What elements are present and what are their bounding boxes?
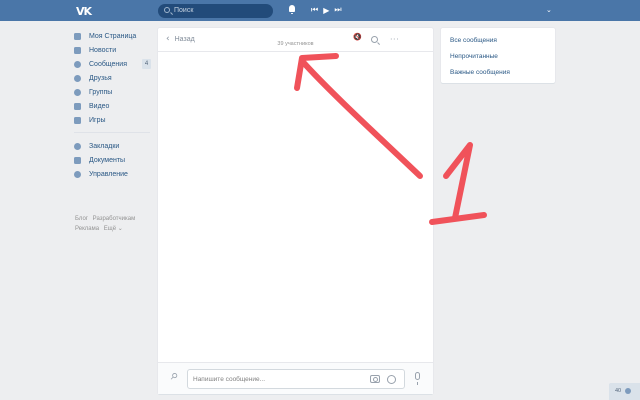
next-track-icon[interactable]: ⏭ xyxy=(334,5,341,15)
nav-label: Моя Страница xyxy=(89,32,137,40)
nav-item-friends[interactable]: Друзья xyxy=(74,71,154,85)
message-input[interactable]: Напишите сообщение... xyxy=(187,369,405,389)
search-box[interactable]: Поиск xyxy=(158,4,273,18)
previous-track-icon[interactable]: ⏮ xyxy=(311,5,318,15)
footer-link-developers[interactable]: Разработчикам xyxy=(93,216,136,222)
nav-divider xyxy=(74,132,150,133)
user-icon xyxy=(625,388,631,394)
message-composer: ⚲ Напишите сообщение... xyxy=(158,362,433,394)
friends-icon xyxy=(74,74,81,82)
news-icon xyxy=(74,46,81,54)
bell-icon[interactable] xyxy=(288,5,296,14)
message-filters: Все сообщения Непрочитанные Важные сообщ… xyxy=(441,28,555,83)
chat-header: ‹ Назад 39 участников 🔇 ··· xyxy=(158,28,433,52)
nav-label: Новости xyxy=(89,46,117,54)
nav-label: Документы xyxy=(89,156,126,164)
document-icon xyxy=(74,156,81,164)
footer-link-ads[interactable]: Реклама xyxy=(75,226,99,232)
attach-icon[interactable]: ⚲ xyxy=(167,371,179,383)
nav-label: Группы xyxy=(89,88,113,96)
audio-player: ⏮ ▶ ⏭ xyxy=(311,5,342,15)
nav-label: Закладки xyxy=(89,142,120,150)
nav-label: Видео xyxy=(89,102,110,110)
microphone-icon[interactable] xyxy=(415,372,420,385)
mute-icon[interactable]: 🔇 xyxy=(353,33,362,41)
search-placeholder[interactable]: Поиск xyxy=(174,7,193,14)
profile-menu-chevron-icon[interactable]: ⌄ xyxy=(546,6,552,14)
nav-item-manage[interactable]: Управление xyxy=(74,167,154,181)
nav-item-my-page[interactable]: Моя Страница xyxy=(74,29,154,43)
unread-badge: 4 xyxy=(142,59,151,69)
home-icon xyxy=(74,32,81,40)
video-icon xyxy=(74,102,81,110)
chat-widget-count: 40 xyxy=(615,388,622,394)
nav-item-messages[interactable]: Сообщения 4 xyxy=(74,57,154,71)
filter-all-messages[interactable]: Все сообщения xyxy=(441,32,555,48)
more-icon[interactable]: ··· xyxy=(390,35,399,44)
emoji-icon[interactable] xyxy=(387,374,396,384)
nav-item-documents[interactable]: Документы xyxy=(74,153,154,167)
play-icon[interactable]: ▶ xyxy=(323,6,329,15)
nav-item-games[interactable]: Игры xyxy=(74,113,154,127)
search-icon xyxy=(164,7,170,13)
nav-label: Игры xyxy=(89,116,106,124)
groups-icon xyxy=(74,88,81,96)
left-nav: Моя Страница Новости Сообщения 4 Друзья … xyxy=(74,29,154,181)
nav-item-groups[interactable]: Группы xyxy=(74,85,154,99)
annotation-digit-one-base xyxy=(429,212,487,225)
nav-label: Управление xyxy=(89,170,128,178)
vk-logo[interactable]: VK xyxy=(76,5,92,18)
nav-label: Сообщения xyxy=(89,60,127,68)
footer-link-blog[interactable]: Блог xyxy=(75,216,88,222)
nav-label: Друзья xyxy=(89,74,112,82)
chat-widget-button[interactable]: 40 xyxy=(609,383,640,400)
nav-item-news[interactable]: Новости xyxy=(74,43,154,57)
footer-links: Блог Разработчикам Реклама Ещё ⌄ xyxy=(75,214,155,234)
star-icon xyxy=(74,142,81,150)
nav-item-bookmarks[interactable]: Закладки xyxy=(74,139,154,153)
games-icon xyxy=(74,116,81,124)
top-bar: VK Поиск ⏮ ▶ ⏭ ⌄ xyxy=(0,0,640,21)
filter-unread[interactable]: Непрочитанные xyxy=(441,48,555,64)
nav-item-video[interactable]: Видео xyxy=(74,99,154,113)
filter-important[interactable]: Важные сообщения xyxy=(441,64,555,80)
annotation-digit-one xyxy=(443,142,473,221)
manage-icon xyxy=(74,170,81,178)
footer-link-more[interactable]: Ещё ⌄ xyxy=(104,226,123,232)
search-icon[interactable] xyxy=(371,36,378,43)
camera-icon[interactable] xyxy=(370,375,380,383)
chat-panel: ‹ Назад 39 участников 🔇 ··· ⚲ Напишите с… xyxy=(158,28,433,394)
message-placeholder: Напишите сообщение... xyxy=(193,376,266,383)
messages-icon xyxy=(74,60,81,68)
